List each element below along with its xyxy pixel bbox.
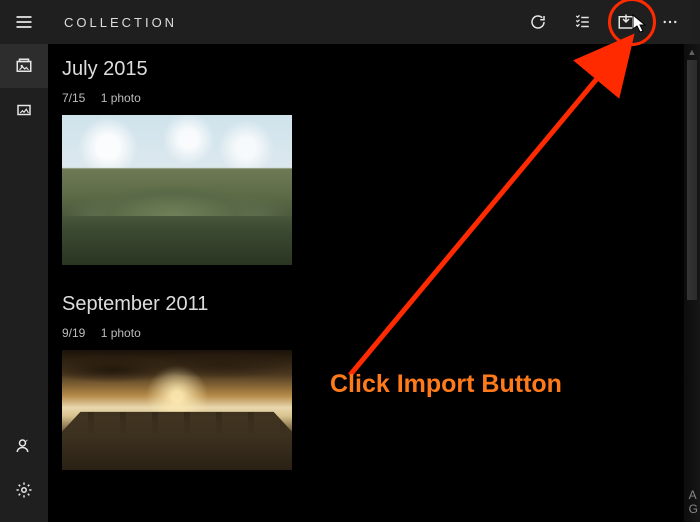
scroll-track[interactable] <box>684 60 700 506</box>
month-date: 7/15 <box>62 91 85 105</box>
photo-thumbnail[interactable] <box>62 115 292 265</box>
more-button[interactable] <box>648 0 692 44</box>
hamburger-button[interactable] <box>0 0 48 44</box>
page-title: COLLECTION <box>64 15 177 30</box>
main: COLLECTION July 2015 7/15 1 photo <box>48 0 700 522</box>
settings-button[interactable] <box>0 468 48 512</box>
content-area[interactable]: July 2015 7/15 1 photo September 2011 9/… <box>48 44 700 522</box>
refresh-icon <box>529 13 547 31</box>
refresh-button[interactable] <box>516 0 560 44</box>
month-title[interactable]: September 2011 <box>62 293 686 316</box>
select-icon <box>573 13 591 31</box>
sign-in-button[interactable] <box>0 424 48 468</box>
photo-thumbnail[interactable] <box>62 350 292 470</box>
month-date: 9/19 <box>62 326 85 340</box>
sidebar <box>0 0 48 522</box>
month-section: July 2015 7/15 1 photo <box>62 58 686 265</box>
import-button[interactable] <box>604 0 648 44</box>
albums-icon <box>15 101 33 119</box>
header: COLLECTION <box>48 0 700 44</box>
month-subtitle: 7/15 1 photo <box>62 91 686 105</box>
scroll-up-button[interactable]: ▲ <box>684 44 700 60</box>
select-button[interactable] <box>560 0 604 44</box>
month-subtitle: 9/19 1 photo <box>62 326 686 340</box>
month-count: 1 photo <box>101 91 141 105</box>
scroll-thumb[interactable] <box>687 60 697 300</box>
month-section: September 2011 9/19 1 photo <box>62 293 686 470</box>
scrollbar[interactable]: ▲ <box>684 44 700 522</box>
person-icon <box>15 437 33 455</box>
import-icon <box>617 13 635 31</box>
more-icon <box>661 13 679 31</box>
month-title[interactable]: July 2015 <box>62 58 686 81</box>
gear-icon <box>15 481 33 499</box>
peek-panel: A G <box>689 488 698 516</box>
month-count: 1 photo <box>101 326 141 340</box>
collection-icon <box>15 57 33 75</box>
sidebar-item-albums[interactable] <box>0 88 48 132</box>
hamburger-icon <box>14 12 34 32</box>
sidebar-item-collection[interactable] <box>0 44 48 88</box>
